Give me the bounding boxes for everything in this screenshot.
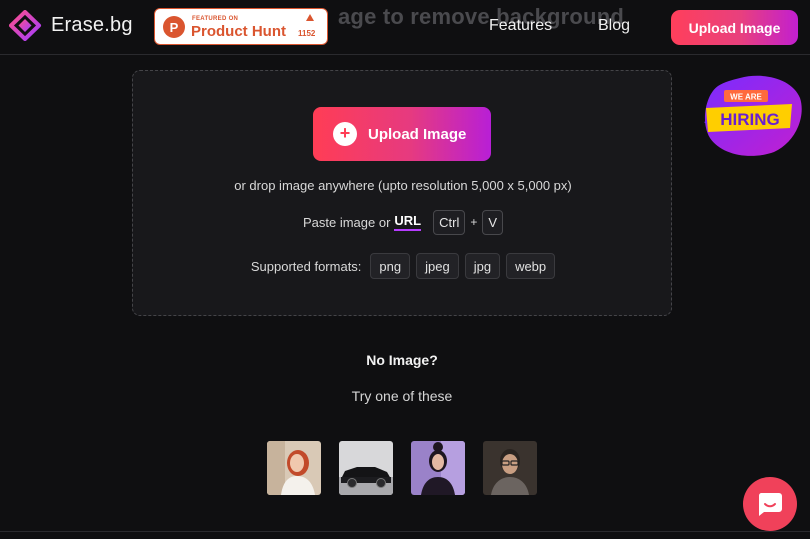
hiring-line1: WE ARE bbox=[730, 93, 762, 102]
product-hunt-badge[interactable]: P FEATURED ON Product Hunt 1152 bbox=[154, 8, 328, 45]
key-plus: + bbox=[470, 215, 478, 229]
drop-hint: or drop image anywhere (upto resolution … bbox=[234, 178, 572, 193]
upload-dropzone[interactable]: + Upload Image or drop image anywhere (u… bbox=[132, 70, 672, 316]
format-chip: png bbox=[370, 253, 411, 279]
formats-label: Supported formats: bbox=[250, 258, 362, 274]
key-ctrl: Ctrl bbox=[433, 209, 466, 235]
upload-button-label: Upload Image bbox=[368, 125, 467, 143]
plus-icon: + bbox=[333, 122, 357, 146]
we-are-hiring-badge[interactable]: WE ARE HIRING bbox=[700, 72, 804, 158]
upload-image-button[interactable]: + Upload Image bbox=[313, 107, 491, 161]
no-image-title: No Image? bbox=[366, 352, 438, 368]
top-header: Erase.bg age to remove background P FEAT… bbox=[0, 0, 810, 55]
hiring-line2: HIRING bbox=[720, 110, 780, 129]
product-hunt-icon: P bbox=[163, 16, 185, 38]
supported-formats: Supported formats: png jpeg jpg webp bbox=[133, 253, 673, 279]
paste-url-link[interactable]: URL bbox=[394, 213, 422, 231]
brand-logo[interactable]: Erase.bg bbox=[9, 10, 133, 41]
format-chip: jpeg bbox=[416, 253, 459, 279]
brand-name: Erase.bg bbox=[51, 14, 133, 36]
sample-thumb-woman-portrait[interactable] bbox=[267, 441, 321, 495]
sample-thumb-black-car[interactable] bbox=[339, 441, 393, 495]
try-samples-text: Try one of these bbox=[351, 388, 453, 404]
paste-prefix: Paste image or bbox=[302, 214, 391, 230]
format-chip: jpg bbox=[464, 253, 501, 279]
nav-blog[interactable]: Blog bbox=[598, 17, 630, 35]
header-upload-button[interactable]: Upload Image bbox=[671, 10, 798, 45]
chat-icon bbox=[758, 493, 782, 516]
support-chat-button[interactable] bbox=[743, 477, 797, 531]
upvote-arrow-icon bbox=[306, 14, 314, 21]
ph-upvote-count: 1152 bbox=[298, 29, 316, 38]
sample-thumb-woman-purple[interactable] bbox=[411, 441, 465, 495]
key-v: V bbox=[482, 209, 504, 235]
ph-name: Product Hunt bbox=[191, 23, 286, 40]
footer-divider bbox=[0, 531, 810, 532]
nav-features[interactable]: Features bbox=[489, 17, 552, 35]
ghost-heading: age to remove background bbox=[338, 4, 624, 29]
paste-row: Paste image or URL Ctrl + V bbox=[133, 209, 673, 235]
format-chip: webp bbox=[506, 253, 556, 279]
ph-featured-label: FEATURED ON bbox=[192, 16, 239, 22]
sample-thumb-man-glasses[interactable] bbox=[483, 441, 537, 495]
erase-bg-logo-icon bbox=[9, 10, 41, 41]
